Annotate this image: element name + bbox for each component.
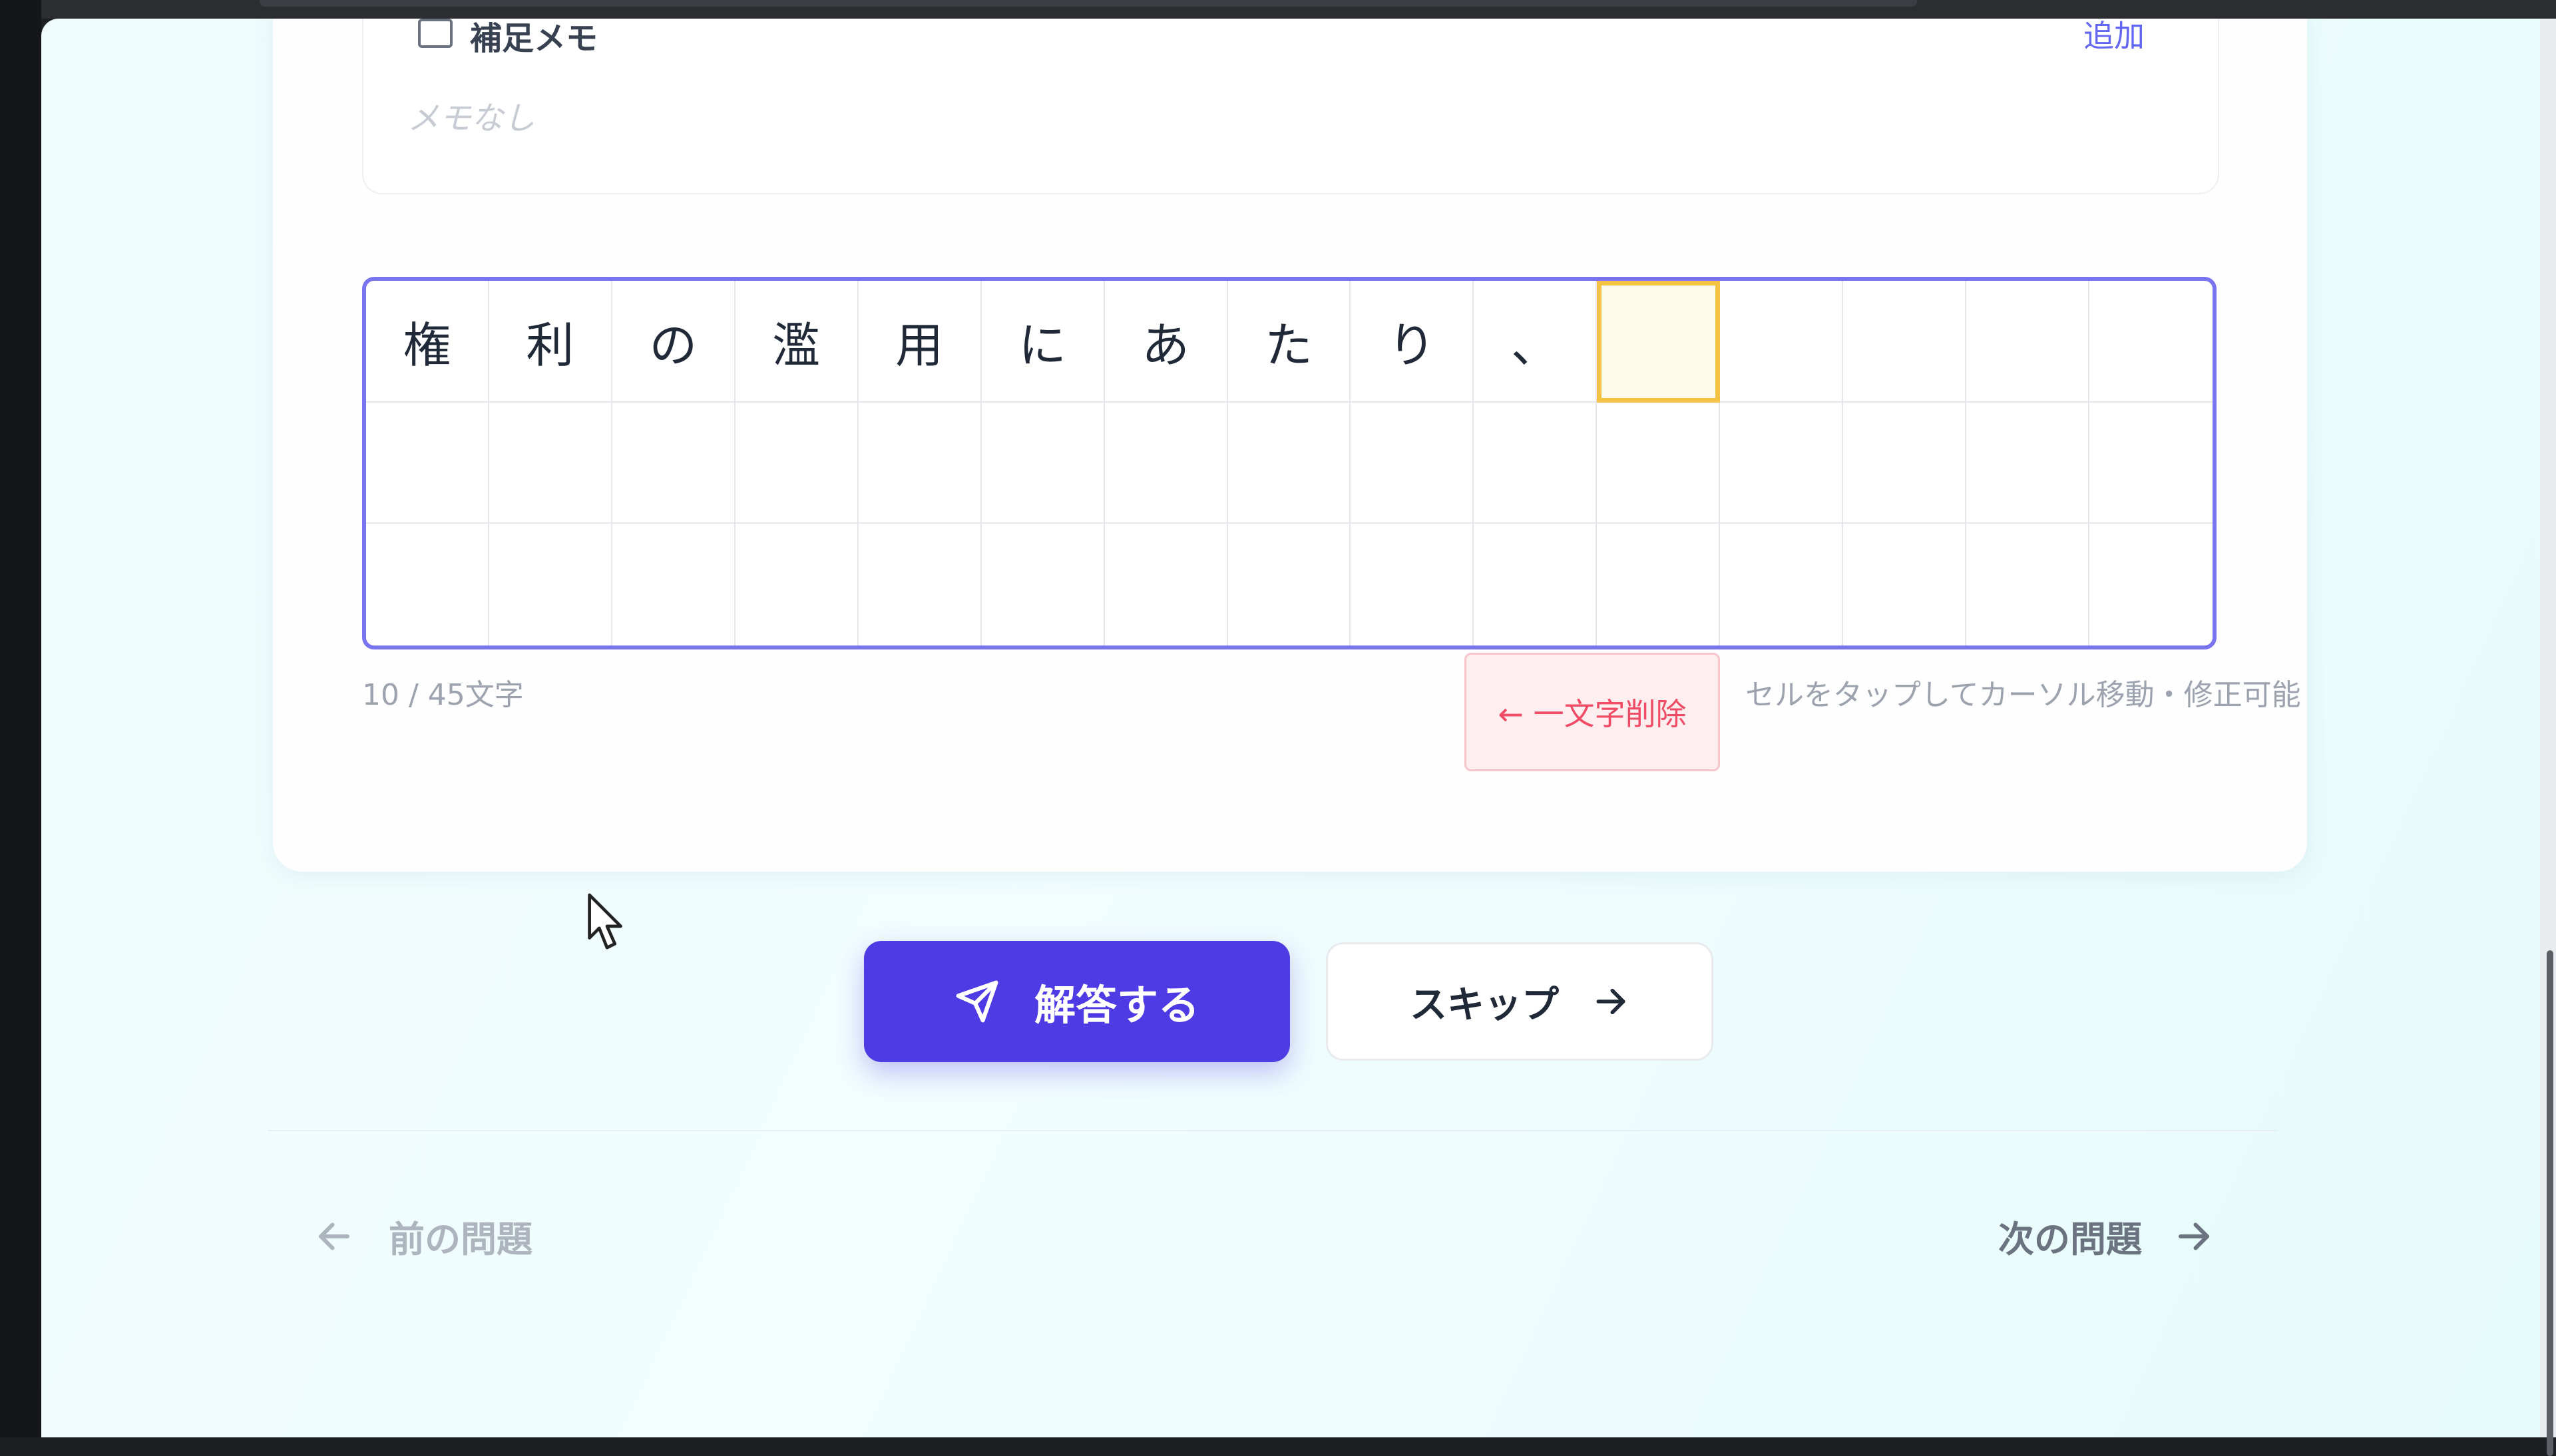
page-scrollbar[interactable] (2540, 19, 2556, 1456)
mouse-pointer-icon (588, 893, 622, 950)
skip-label: スキップ (1410, 983, 1559, 1027)
memo-panel: 補足メモ 追加 メモなし (362, 19, 2219, 194)
prev-question-link[interactable]: 前の問題 (314, 1210, 532, 1262)
grid-cell[interactable] (489, 524, 612, 645)
grid-cell[interactable] (736, 524, 859, 645)
memo-empty-text: メモなし (407, 100, 536, 137)
grid-cell[interactable] (1597, 402, 1721, 524)
arrow-right-icon (2179, 1222, 2209, 1250)
grid-cell[interactable] (981, 402, 1105, 524)
grid-cell[interactable] (982, 524, 1105, 645)
arrow-right-icon (1596, 988, 1625, 1015)
grid-cell[interactable] (1843, 281, 1967, 403)
submit-label: 解答する (1034, 981, 1199, 1029)
window-left-edge (0, 0, 41, 1437)
grid-cell[interactable]: の (612, 281, 736, 403)
memo-title: 補足メモ (470, 20, 598, 57)
arrow-left-icon (319, 1222, 349, 1250)
grid-cell[interactable] (366, 402, 489, 524)
grid-cell[interactable] (2089, 524, 2213, 645)
grid-cell[interactable] (612, 402, 736, 524)
grid-cell[interactable] (1228, 524, 1351, 645)
grid-cell[interactable] (1351, 402, 1474, 524)
prev-question-label: 前の問題 (389, 1218, 532, 1260)
grid-cell[interactable]: 濫 (735, 281, 859, 403)
grid-cell[interactable]: 利 (489, 281, 612, 403)
answer-grid-cells: 権利の濫用にあたり、 (366, 281, 2213, 645)
section-divider (268, 1130, 2278, 1131)
grid-cell[interactable] (1597, 524, 1721, 645)
checkbox-icon[interactable] (418, 19, 453, 48)
grid-cell[interactable] (859, 524, 982, 645)
grid-cell[interactable] (366, 524, 489, 645)
grid-cell[interactable] (1227, 402, 1351, 524)
delete-char-button[interactable]: ← 一文字削除 (1464, 653, 1720, 771)
grid-cell[interactable] (1966, 402, 2090, 524)
grid-cell[interactable] (1720, 524, 1844, 645)
grid-cell[interactable] (2089, 403, 2213, 524)
memo-add-link[interactable]: 追加 (2083, 19, 2145, 56)
grid-cell[interactable] (1720, 402, 1844, 524)
grid-cell[interactable]: た (1227, 281, 1351, 403)
next-question-link[interactable]: 次の問題 (1998, 1210, 2214, 1262)
page-viewport: 補足メモ 追加 メモなし 権利の濫用にあたり、 10 / 45文字 ← 一文字削… (41, 19, 2540, 1437)
submit-answer-button[interactable]: 解答する (864, 941, 1290, 1062)
browser-top-bar (0, 0, 2556, 19)
grid-cell[interactable]: 、 (1474, 281, 1598, 403)
paper-plane-icon (956, 980, 998, 1023)
answer-grid[interactable]: 権利の濫用にあたり、 (362, 277, 2217, 649)
scrollbar-thumb[interactable] (2547, 950, 2553, 1456)
grid-cell[interactable]: 権 (366, 281, 489, 403)
grid-cell[interactable]: り (1351, 281, 1474, 403)
grid-cell[interactable] (735, 402, 859, 524)
grid-cell[interactable] (1104, 402, 1228, 524)
character-count: 10 / 45文字 (362, 678, 524, 712)
grid-cell[interactable] (1474, 524, 1598, 645)
grid-cell[interactable] (1966, 281, 2090, 403)
grid-cell[interactable] (1843, 402, 1967, 524)
question-card: 補足メモ 追加 メモなし 権利の濫用にあたり、 10 / 45文字 ← 一文字削… (273, 19, 2307, 872)
grid-cell-active[interactable] (1597, 281, 1721, 403)
grid-cell[interactable] (612, 524, 736, 645)
grid-cell[interactable] (1105, 524, 1228, 645)
grid-cell[interactable]: あ (1104, 281, 1228, 403)
grid-cell[interactable] (489, 402, 612, 524)
cursor-hint: セルをタップしてカーソル移動・修正可能 (1745, 678, 2301, 712)
grid-cell[interactable] (858, 402, 982, 524)
grid-cell[interactable] (1966, 524, 2090, 645)
browser-tab-strip (260, 0, 1917, 7)
skip-button[interactable]: スキップ (1326, 942, 1713, 1061)
grid-cell[interactable] (1843, 524, 1967, 645)
grid-cell[interactable] (1720, 281, 1844, 403)
grid-cell[interactable] (1474, 402, 1598, 524)
grid-cell[interactable]: 用 (858, 281, 982, 403)
grid-cell[interactable] (1351, 524, 1474, 645)
grid-cell[interactable]: に (981, 281, 1105, 403)
grid-cell[interactable] (2089, 281, 2213, 403)
next-question-label: 次の問題 (1998, 1218, 2142, 1260)
